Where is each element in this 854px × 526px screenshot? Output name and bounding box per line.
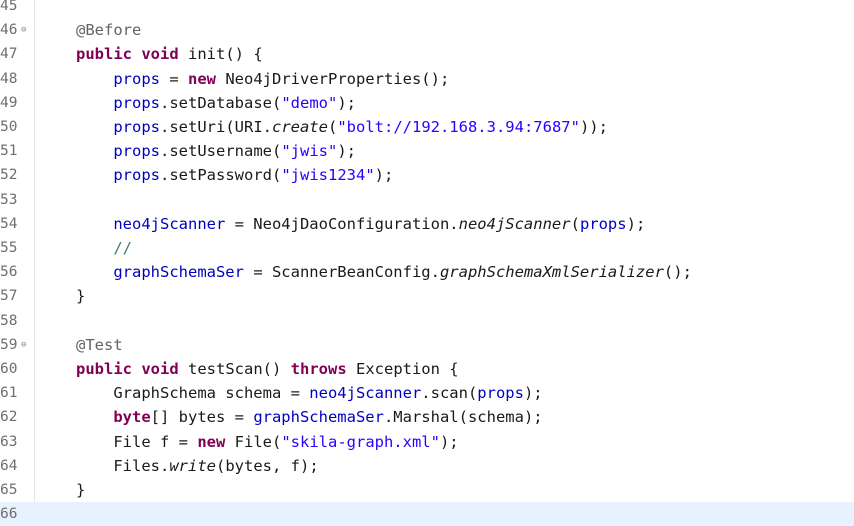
- line-number: 48: [0, 70, 18, 87]
- line-number: 58: [0, 312, 18, 329]
- line-number: 62: [0, 409, 18, 426]
- line-number: 47: [0, 46, 18, 63]
- code-line[interactable]: 53: [0, 188, 854, 212]
- line-number: 53: [0, 191, 18, 208]
- code-editor[interactable]: 45 46 ⊖ @Before 47 public void init() {48 pro…: [0, 0, 854, 526]
- code-text[interactable]: public void testScan() throws Exception …: [76, 357, 459, 381]
- code-line[interactable]: 63 File f = new File("skila-graph.xml");: [0, 430, 854, 454]
- code-text[interactable]: props.setPassword("jwis1234");: [76, 163, 393, 187]
- line-number: 64: [0, 457, 18, 474]
- code-text[interactable]: public void init() {: [76, 42, 263, 66]
- code-text[interactable]: props = new Neo4jDriverProperties();: [76, 67, 449, 91]
- code-text[interactable]: byte[] bytes = graphSchemaSer.Marshal(sc…: [76, 405, 542, 429]
- code-line[interactable]: 54 neo4jScanner = Neo4jDaoConfiguration.…: [0, 212, 854, 236]
- code-text[interactable]: GraphSchema schema = neo4jScanner.scan(p…: [76, 381, 542, 405]
- code-line[interactable]: 62 byte[] bytes = graphSchemaSer.Marshal…: [0, 405, 854, 429]
- line-number: 57: [0, 288, 18, 305]
- line-number: 56: [0, 264, 18, 281]
- code-text[interactable]: neo4jScanner = Neo4jDaoConfiguration.neo…: [76, 212, 645, 236]
- code-line[interactable]: 65}: [0, 478, 854, 502]
- code-line[interactable]: 57}: [0, 284, 854, 308]
- line-number: 55: [0, 240, 18, 256]
- line-number: 61: [0, 385, 18, 402]
- line-number: 50: [0, 119, 18, 135]
- line-number: 65: [0, 482, 18, 498]
- code-line[interactable]: 60 public void testScan() throws Exceptio…: [0, 357, 854, 381]
- line-number: 49: [0, 94, 18, 111]
- line-number: 45: [0, 0, 18, 14]
- code-text[interactable]: @Before: [76, 18, 141, 42]
- code-line[interactable]: 58: [0, 309, 854, 333]
- code-line[interactable]: 50 props.setUri(URI.create("bolt://192.1…: [0, 115, 854, 139]
- line-number: 54: [0, 215, 18, 232]
- code-text[interactable]: }: [76, 284, 85, 308]
- code-line[interactable]: 45: [0, 0, 854, 18]
- code-line[interactable]: 56 graphSchemaSer = ScannerBeanConfig.gr…: [0, 260, 854, 284]
- code-line[interactable]: 46 ⊖ @Before: [0, 18, 854, 42]
- code-line[interactable]: 64 Files.write(bytes, f);: [0, 454, 854, 478]
- code-text[interactable]: //: [76, 236, 132, 260]
- code-line[interactable]: 49 props.setDatabase("demo");: [0, 91, 854, 115]
- code-line[interactable]: 51 props.setUsername("jwis");: [0, 139, 854, 163]
- code-line[interactable]: 47 public void init() {: [0, 42, 854, 66]
- line-number: 51: [0, 143, 18, 160]
- code-line[interactable]: 55 //: [0, 236, 854, 260]
- line-number: 52: [0, 167, 18, 184]
- fold-collapse-icon[interactable]: ⊖: [21, 18, 26, 42]
- code-line[interactable]: 59 ⊖ @Test: [0, 333, 854, 357]
- code-text[interactable]: }: [76, 478, 85, 502]
- code-line[interactable]: 48 props = new Neo4jDriverProperties();: [0, 67, 854, 91]
- code-text[interactable]: props.setUsername("jwis");: [76, 139, 356, 163]
- fold-collapse-icon[interactable]: ⊖: [21, 333, 26, 357]
- code-line[interactable]: 52 props.setPassword("jwis1234");: [0, 163, 854, 187]
- line-number: 60: [0, 361, 18, 377]
- code-text[interactable]: File f = new File("skila-graph.xml");: [76, 430, 458, 454]
- line-number: 63: [0, 433, 18, 450]
- code-text[interactable]: props.setDatabase("demo");: [76, 91, 356, 115]
- code-text[interactable]: props.setUri(URI.create("bolt://192.168.…: [76, 115, 608, 139]
- code-text[interactable]: @Test: [76, 333, 123, 357]
- code-line[interactable]: 61 GraphSchema schema = neo4jScanner.sca…: [0, 381, 854, 405]
- code-text[interactable]: Files.write(bytes, f);: [76, 454, 318, 478]
- code-text[interactable]: graphSchemaSer = ScannerBeanConfig.graph…: [76, 260, 692, 284]
